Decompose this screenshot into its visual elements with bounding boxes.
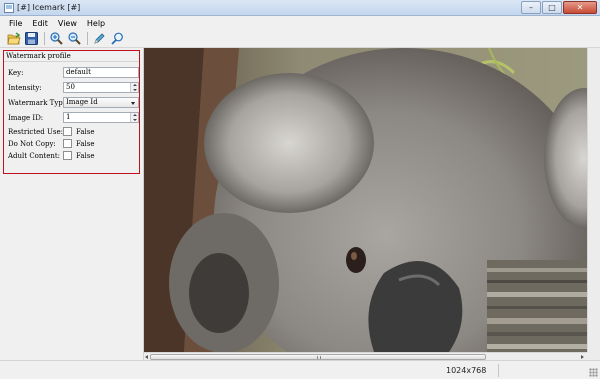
app-icon bbox=[4, 3, 14, 13]
image-id-stepper[interactable]: 1 bbox=[63, 112, 139, 123]
restricted-use-value: False bbox=[76, 128, 95, 136]
image-id-value: 1 bbox=[66, 113, 71, 121]
toolbar-separator bbox=[44, 32, 45, 45]
toolbar-separator bbox=[87, 32, 88, 45]
vertical-scrollbar[interactable] bbox=[587, 48, 600, 352]
save-button[interactable] bbox=[23, 31, 40, 47]
scroll-corner bbox=[587, 352, 600, 360]
do-not-copy-checkbox[interactable] bbox=[63, 139, 72, 148]
minimize-button[interactable]: – bbox=[521, 1, 541, 14]
scroll-right-icon[interactable] bbox=[581, 355, 584, 359]
intensity-value: 50 bbox=[66, 83, 75, 91]
image-id-spin-icon[interactable] bbox=[130, 113, 138, 122]
zoom-out-button[interactable] bbox=[66, 31, 83, 47]
status-bar: 1024x768 bbox=[0, 360, 600, 379]
intensity-label: Intensity: bbox=[8, 84, 42, 92]
do-not-copy-label: Do Not Copy: bbox=[8, 140, 56, 148]
find-button[interactable] bbox=[109, 31, 126, 47]
grip-icon bbox=[317, 356, 321, 359]
open-folder-icon bbox=[7, 32, 21, 45]
watermark-type-select[interactable]: Image Id bbox=[63, 97, 139, 108]
resize-grip-icon[interactable] bbox=[589, 368, 598, 377]
adult-content-row: Adult Content: False bbox=[8, 150, 138, 161]
toolbar bbox=[0, 30, 600, 48]
key-field[interactable]: default bbox=[63, 67, 139, 78]
zoom-out-icon bbox=[68, 32, 81, 45]
adult-content-checkbox[interactable] bbox=[63, 151, 72, 160]
restricted-use-label: Restricted Use: bbox=[8, 128, 63, 136]
menu-view[interactable]: View bbox=[53, 19, 82, 28]
watermark-profile-box: Watermark profile Key: default Intensity… bbox=[3, 50, 140, 174]
image-id-label: Image ID: bbox=[8, 114, 44, 122]
search-icon bbox=[111, 32, 123, 45]
zoom-in-icon bbox=[50, 32, 63, 45]
image-resolution: 1024x768 bbox=[446, 366, 487, 375]
horizontal-scrollbar[interactable] bbox=[144, 352, 587, 360]
edit-button[interactable] bbox=[91, 31, 108, 47]
do-not-copy-row: Do Not Copy: False bbox=[8, 138, 138, 149]
intensity-stepper[interactable]: 50 bbox=[63, 82, 139, 93]
window-title: [#] Icemark [#] bbox=[17, 3, 81, 12]
menu-help[interactable]: Help bbox=[82, 19, 110, 28]
image-id-row: Image ID: 1 bbox=[8, 112, 139, 123]
zoom-in-button[interactable] bbox=[48, 31, 65, 47]
adult-content-label: Adult Content: bbox=[8, 152, 61, 160]
koala-image bbox=[144, 48, 587, 352]
do-not-copy-value: False bbox=[76, 140, 95, 148]
save-disk-icon bbox=[25, 32, 38, 45]
menu-file[interactable]: File bbox=[4, 19, 27, 28]
properties-panel: Watermark profile Key: default Intensity… bbox=[0, 48, 144, 360]
key-row: Key: default bbox=[8, 67, 139, 78]
scroll-left-icon[interactable] bbox=[145, 355, 148, 359]
watermark-type-label: Watermark Type: bbox=[8, 99, 70, 107]
close-button[interactable]: ✕ bbox=[563, 1, 597, 14]
adult-content-value: False bbox=[76, 152, 95, 160]
watermark-type-value: Image Id bbox=[66, 98, 98, 106]
menu-bar: File Edit View Help bbox=[0, 16, 600, 30]
key-label: Key: bbox=[8, 69, 24, 77]
menu-edit[interactable]: Edit bbox=[27, 19, 53, 28]
image-viewer[interactable] bbox=[144, 48, 587, 352]
pencil-icon bbox=[94, 33, 105, 44]
restricted-use-row: Restricted Use: False bbox=[8, 126, 138, 137]
profile-divider bbox=[4, 61, 139, 62]
title-bar: [#] Icemark [#] – □ ✕ bbox=[0, 0, 600, 16]
profile-title: Watermark profile bbox=[6, 52, 71, 60]
chevron-down-icon[interactable] bbox=[131, 102, 135, 105]
open-button[interactable] bbox=[5, 31, 22, 47]
status-separator bbox=[498, 364, 499, 377]
intensity-row: Intensity: 50 bbox=[8, 82, 139, 93]
restricted-use-checkbox[interactable] bbox=[63, 127, 72, 136]
watermark-type-row: Watermark Type: Image Id bbox=[8, 97, 139, 108]
maximize-button[interactable]: □ bbox=[542, 1, 562, 14]
intensity-spin-icon[interactable] bbox=[130, 83, 138, 92]
